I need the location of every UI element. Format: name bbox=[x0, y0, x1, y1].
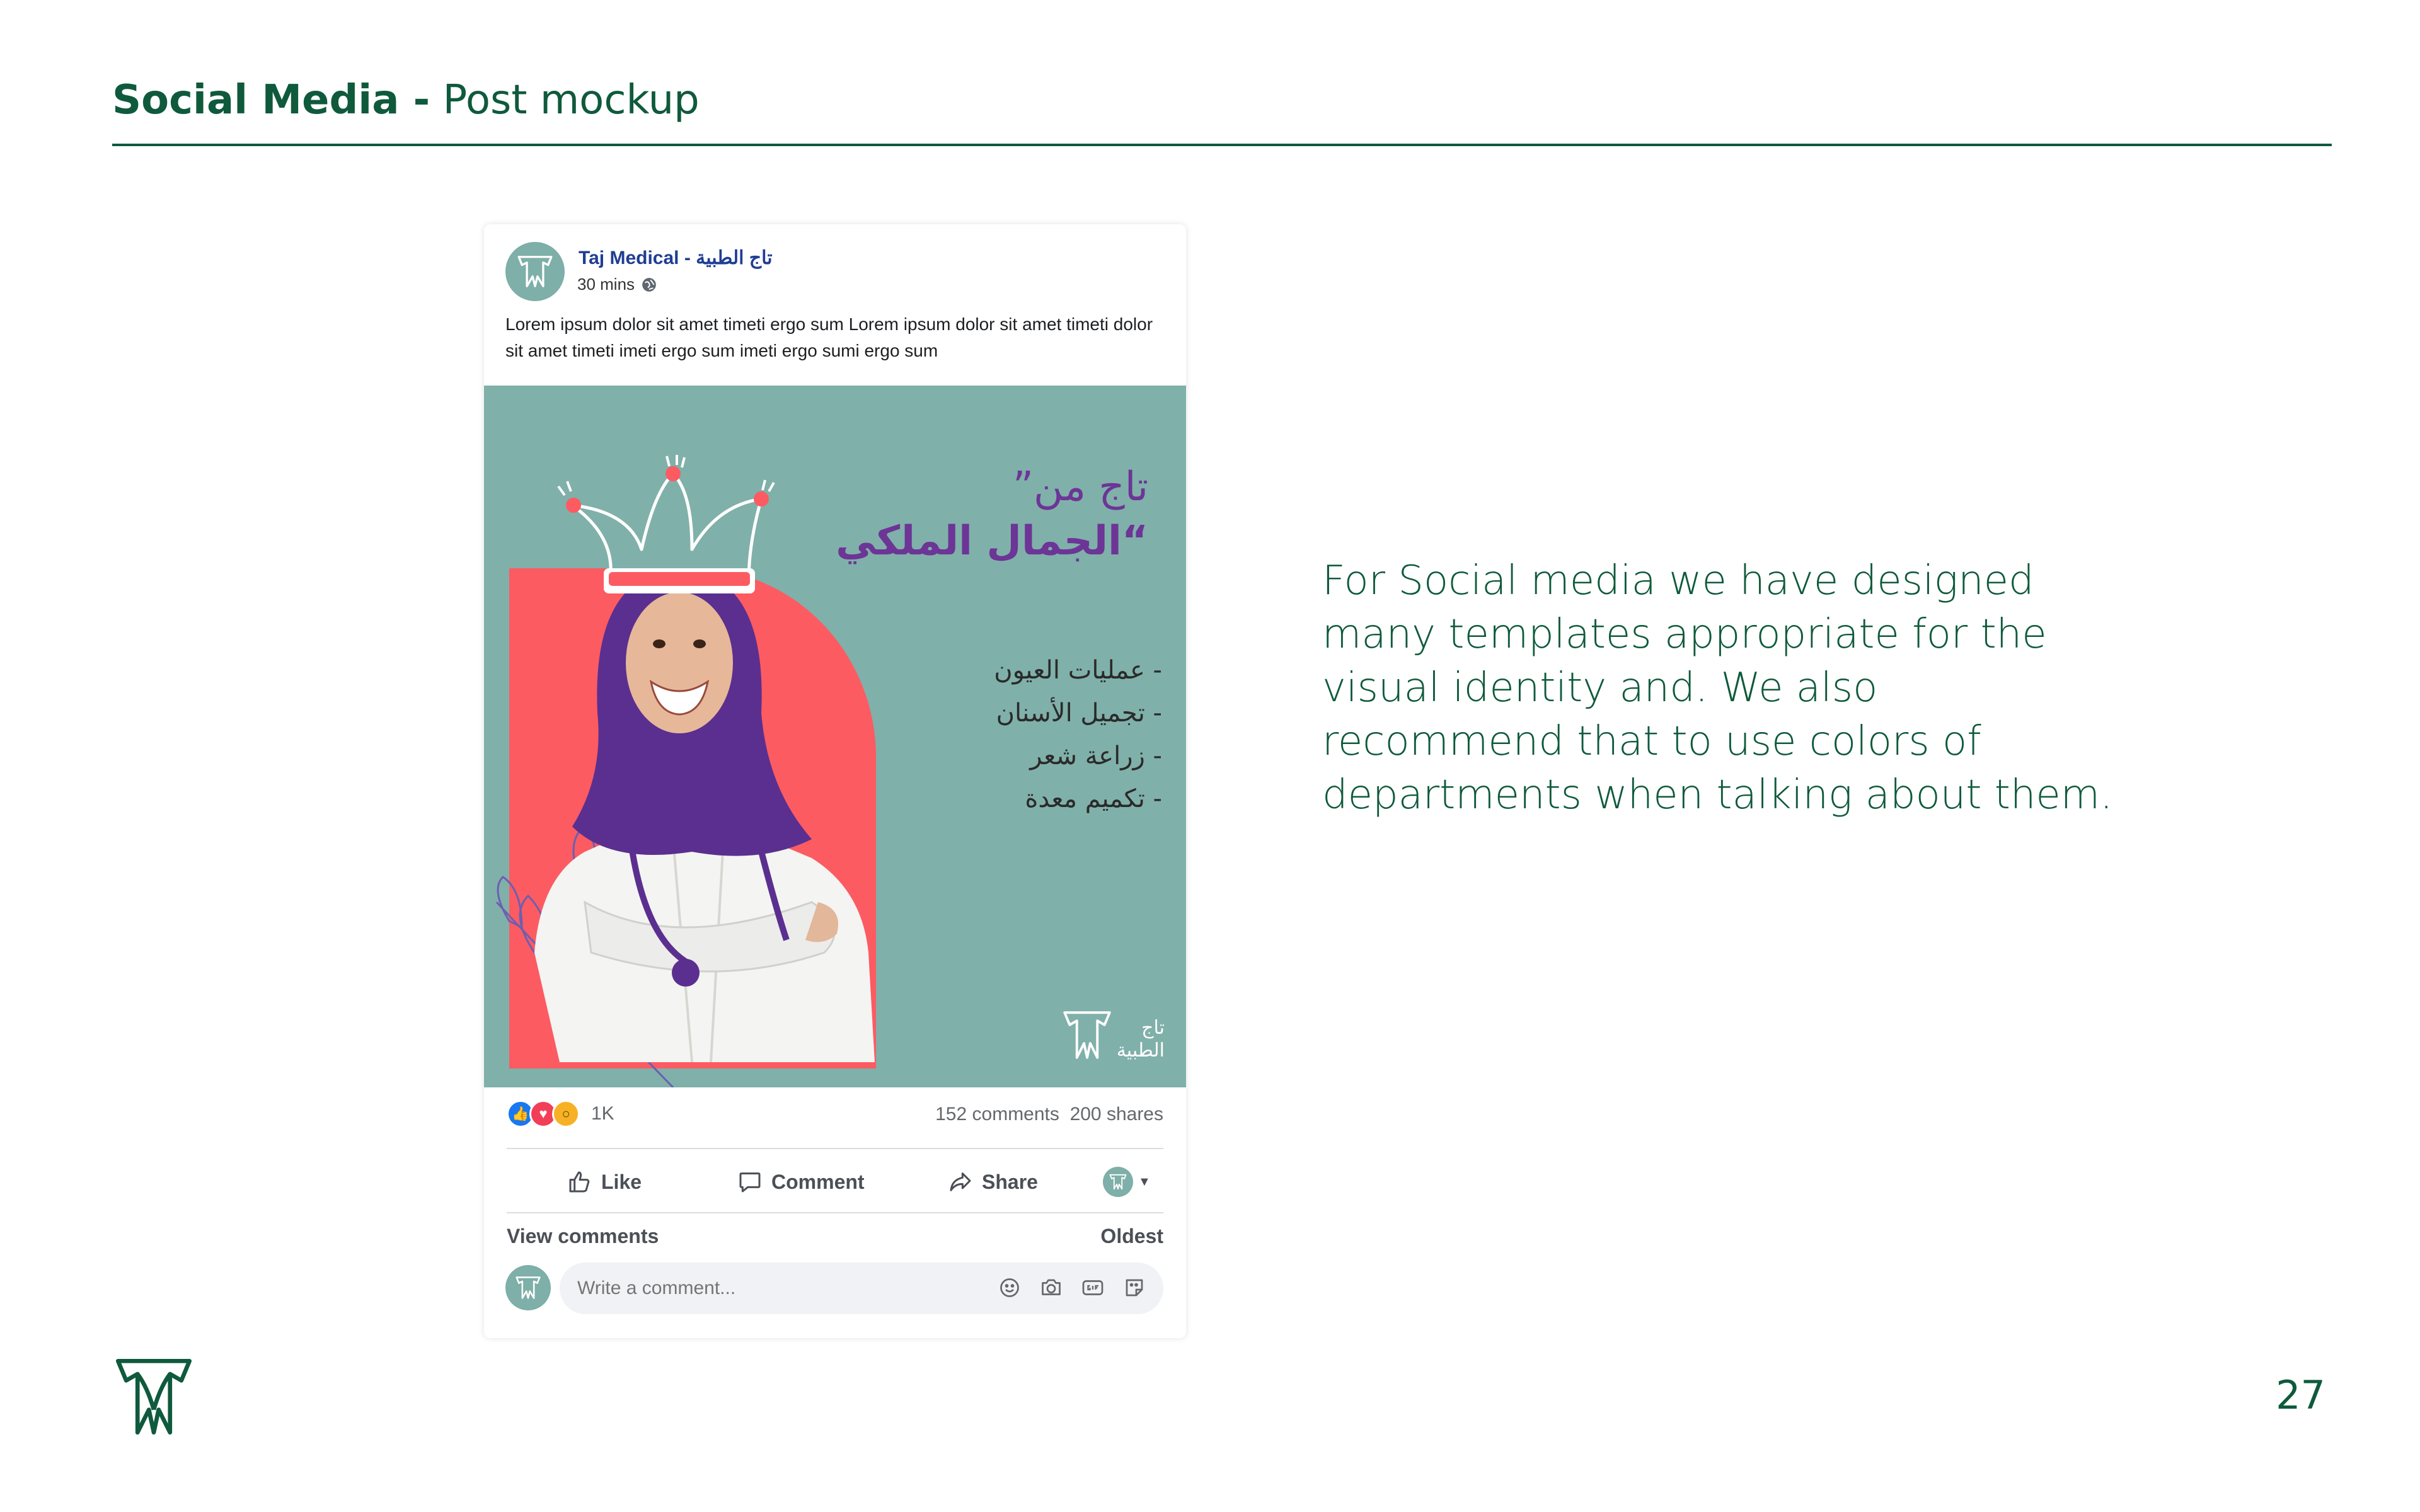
view-comments-link[interactable]: View comments bbox=[507, 1225, 659, 1248]
service-item: تجميل الأسنان - bbox=[996, 699, 1162, 728]
share-icon bbox=[950, 1172, 971, 1191]
comments-count[interactable]: 152 comments bbox=[935, 1104, 1059, 1125]
footer-logo bbox=[112, 1354, 195, 1442]
wow-reaction-icon: ○ bbox=[552, 1100, 580, 1128]
brand-wordmark: تاج الطبية bbox=[1117, 1017, 1165, 1062]
share-label: Share bbox=[982, 1170, 1038, 1193]
service-item: عمليات العيون - bbox=[994, 656, 1162, 685]
comment-icon bbox=[739, 1172, 761, 1193]
comment-input[interactable] bbox=[560, 1263, 993, 1314]
like-button[interactable]: Like bbox=[567, 1169, 642, 1194]
sort-comments-dropdown[interactable]: Oldest bbox=[1100, 1225, 1163, 1248]
facebook-post-card: Taj Medical - تاج الطبية 30 mins Lorem i… bbox=[484, 224, 1186, 1338]
headline-line-1: ”تاج من bbox=[1012, 464, 1148, 510]
slide-title: Social Media - Post mockup bbox=[112, 77, 700, 123]
emoji-icon[interactable] bbox=[997, 1275, 1022, 1300]
slide-description: For Social media we have designed many t… bbox=[1322, 558, 2113, 818]
reactions-summary[interactable]: 👍 ♥ ○ 1K bbox=[507, 1100, 614, 1128]
post-image[interactable]: ”تاج من الجمال الملكي“ عمليات العيون - ت… bbox=[484, 386, 1186, 1087]
slide-title-bold: Social Media - bbox=[112, 77, 430, 123]
post-time[interactable]: 30 mins bbox=[577, 275, 635, 294]
brand-wordmark-line1: تاج bbox=[1141, 1017, 1165, 1039]
share-button[interactable]: Share bbox=[948, 1169, 1038, 1194]
divider bbox=[507, 1148, 1163, 1149]
comment-composer bbox=[560, 1263, 1163, 1314]
taj-logo-icon bbox=[1063, 1011, 1111, 1059]
image-headline: ”تاج من الجمال الملكي“ bbox=[745, 460, 1148, 568]
taj-logo-icon bbox=[115, 1358, 192, 1435]
comment-tools bbox=[997, 1275, 1147, 1300]
page-avatar[interactable] bbox=[505, 242, 565, 301]
services-list: عمليات العيون - تجميل الأسنان - زراعة شع… bbox=[897, 649, 1162, 820]
thumbs-up-icon bbox=[569, 1171, 590, 1193]
page-number: 27 bbox=[2276, 1372, 2325, 1418]
headline-line-2: الجمال الملكي“ bbox=[836, 518, 1148, 564]
taj-logo-icon bbox=[517, 256, 553, 287]
post-stats: 152 comments 200 shares bbox=[935, 1104, 1163, 1125]
taj-logo-icon bbox=[516, 1276, 541, 1299]
title-divider bbox=[112, 144, 2332, 146]
gif-icon[interactable] bbox=[1080, 1275, 1105, 1300]
camera-icon[interactable] bbox=[1039, 1275, 1064, 1300]
post-as-selector[interactable]: ▼ bbox=[1103, 1167, 1151, 1197]
post-meta: 30 mins bbox=[577, 275, 657, 294]
brand-wordmark-line2: الطبية bbox=[1116, 1040, 1165, 1062]
taj-logo-icon bbox=[1109, 1174, 1127, 1190]
comment-button[interactable]: Comment bbox=[737, 1169, 865, 1194]
slide-title-regular: Post mockup bbox=[442, 77, 700, 123]
profile-avatar bbox=[1103, 1167, 1133, 1197]
service-item: تكميم معدة - bbox=[1025, 784, 1162, 813]
divider bbox=[507, 1212, 1163, 1213]
globe-icon bbox=[642, 277, 656, 292]
post-actions-bar: Like Comment Share ▼ bbox=[507, 1152, 1163, 1212]
reactions-count: 1K bbox=[591, 1103, 614, 1124]
comment-label: Comment bbox=[771, 1170, 865, 1193]
image-brand-logo: تاج الطبية bbox=[1063, 1008, 1165, 1062]
page-name[interactable]: Taj Medical - تاج الطبية bbox=[579, 247, 773, 269]
like-label: Like bbox=[601, 1170, 642, 1193]
sticker-icon[interactable] bbox=[1122, 1275, 1147, 1300]
service-item: زراعة شعر - bbox=[1030, 742, 1162, 770]
commenter-avatar bbox=[505, 1265, 551, 1310]
chevron-down-icon: ▼ bbox=[1138, 1174, 1151, 1189]
shares-count[interactable]: 200 shares bbox=[1070, 1104, 1163, 1125]
post-text: Lorem ipsum dolor sit amet timeti ergo s… bbox=[505, 314, 1153, 360]
